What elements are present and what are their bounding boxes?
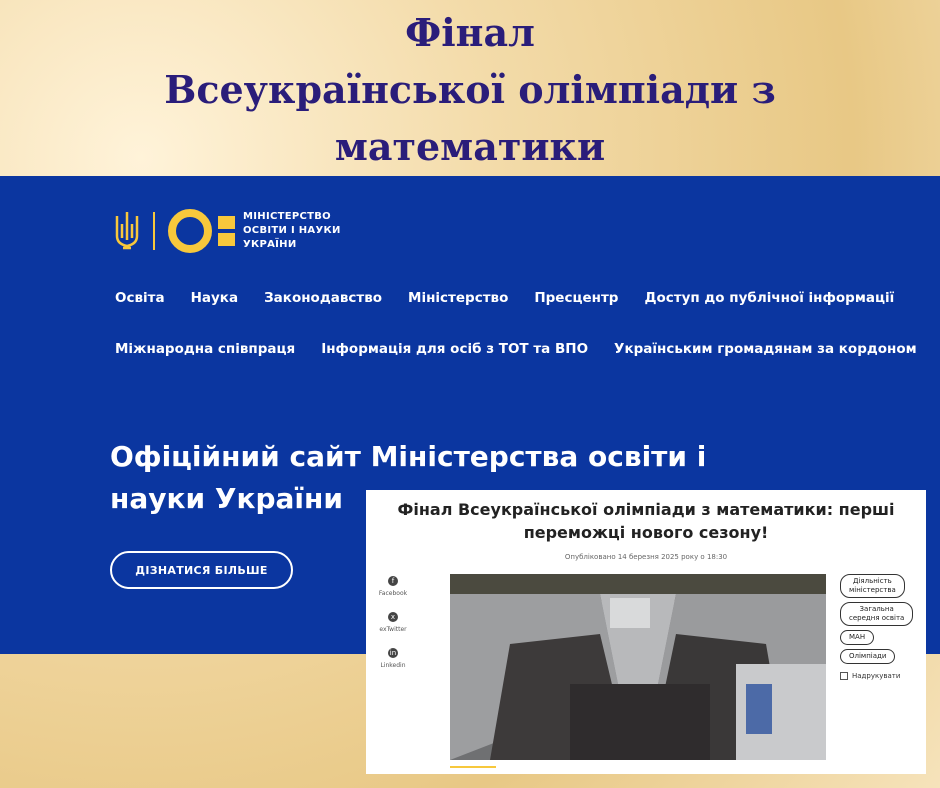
nav-item-abroad[interactable]: Українським громадянам за кордоном	[614, 341, 917, 357]
x-icon: x	[388, 612, 398, 622]
facebook-icon: f	[388, 576, 398, 586]
share-linkedin[interactable]: in Linkedin	[374, 648, 412, 669]
linkedin-icon: in	[388, 648, 398, 658]
ministry-logo[interactable]: МІНІСТЕРСТВО ОСВІТИ І НАУКИ УКРАЇНИ	[113, 208, 341, 254]
nav-item-international[interactable]: Міжнародна співпраця	[115, 341, 295, 357]
tag-olympiads[interactable]: Олімпіади	[840, 649, 896, 664]
nav-item-nauka[interactable]: Наука	[191, 290, 238, 306]
nav-item-ministerstvo[interactable]: Міністерство	[408, 290, 508, 306]
article-photo	[450, 574, 826, 760]
article-card: Фінал Всеукраїнської олімпіади з математ…	[366, 490, 926, 774]
print-icon	[840, 672, 848, 680]
tag-man[interactable]: МАН	[840, 630, 875, 645]
headline-line-1: Фінал	[405, 10, 535, 55]
logo-divider	[153, 212, 155, 250]
nav-item-osvita[interactable]: Освіта	[115, 290, 165, 306]
nav-item-tot-vpo[interactable]: Інформація для осіб з ТОТ та ВПО	[321, 341, 588, 357]
nav-item-zakonodavstvo[interactable]: Законодавство	[264, 290, 382, 306]
tag-secondary-education[interactable]: Загальна середня освіта	[840, 602, 914, 626]
share-facebook[interactable]: f Facebook	[374, 576, 412, 597]
ministry-mark-icon	[168, 209, 235, 253]
nav-item-public-info[interactable]: Доступ до публічної інформації	[644, 290, 894, 306]
group-photo-image	[450, 574, 826, 760]
learn-more-button[interactable]: ДІЗНАТИСЯ БІЛЬШЕ	[110, 551, 293, 589]
headline-line-2: Всеукраїнської олімпіади з	[164, 67, 776, 112]
nav-item-prestsentr[interactable]: Пресцентр	[534, 290, 618, 306]
headline: Фінал Всеукраїнської олімпіади з математ…	[0, 4, 940, 175]
print-link[interactable]: Надрукувати	[840, 672, 900, 680]
main-nav-row-1: Освіта Наука Законодавство Міністерство …	[115, 290, 894, 306]
article-tags: Діяльність міністерства Загальна середня…	[840, 574, 914, 664]
published-date: Опубліковано 14 березня 2025 року о 18:3…	[564, 553, 728, 561]
headline-line-3: математики	[334, 124, 606, 169]
trident-icon	[115, 212, 139, 250]
article-title: Фінал Всеукраїнської олімпіади з математ…	[397, 500, 895, 542]
main-nav-row-2: Міжнародна співпраця Інформація для осіб…	[115, 341, 917, 357]
logo-text: МІНІСТЕРСТВО ОСВІТИ І НАУКИ УКРАЇНИ	[243, 211, 341, 250]
photo-underline	[450, 766, 496, 768]
share-twitter[interactable]: x exTwitter	[374, 612, 412, 633]
tag-ministry-activity[interactable]: Діяльність міністерства	[840, 574, 905, 598]
